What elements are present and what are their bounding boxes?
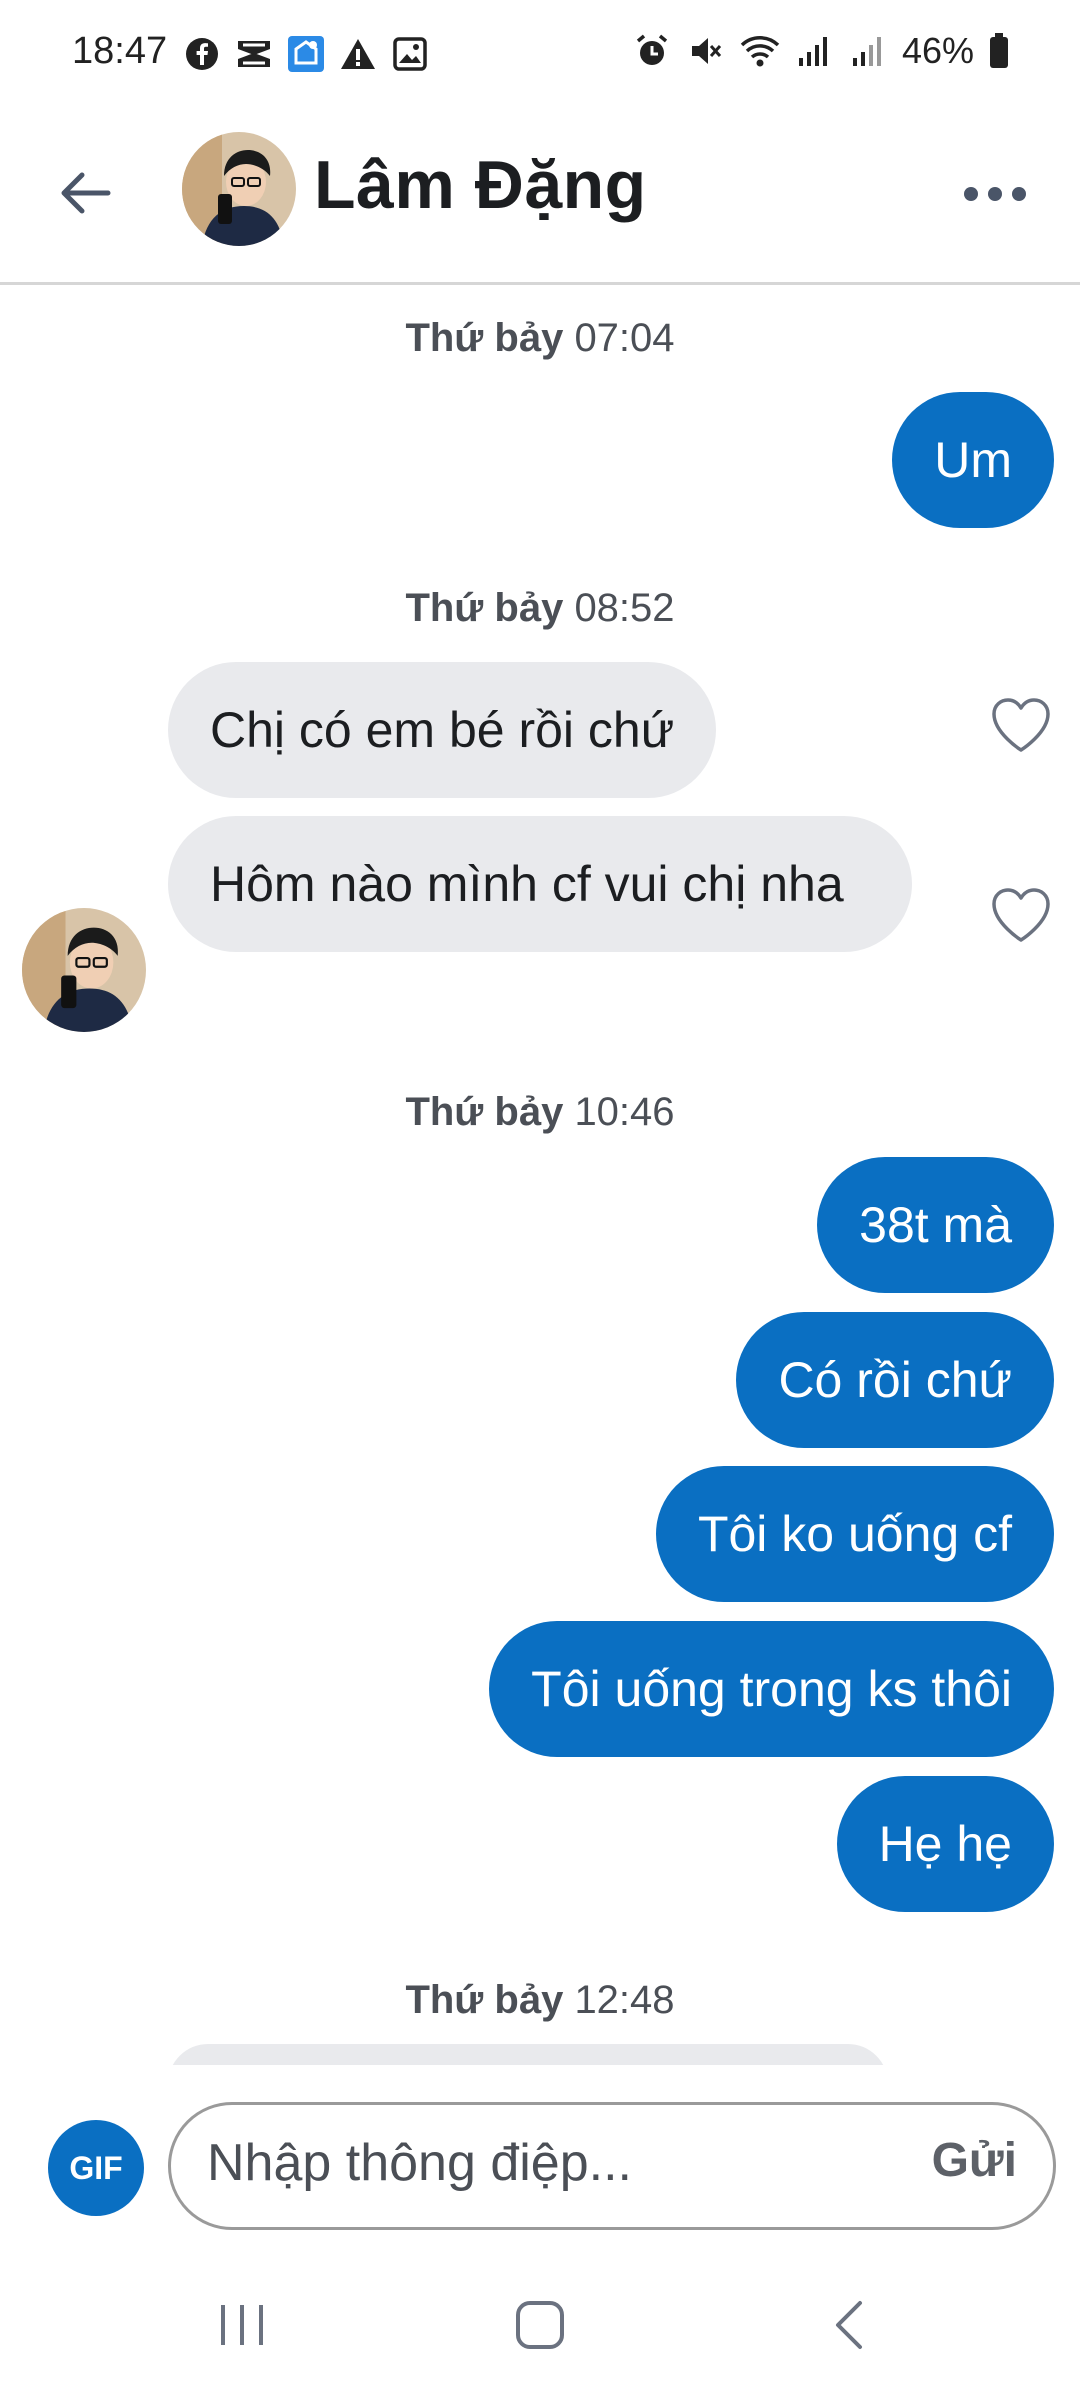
avatar-image (22, 908, 146, 1032)
outgoing-message[interactable]: Um (892, 392, 1054, 528)
arrow-left-icon (61, 172, 111, 214)
gallery-sync-icon (286, 34, 326, 74)
incoming-message[interactable]: Hôm nào mình cf vui chị nha (168, 816, 912, 952)
chevron-left-icon (836, 2301, 862, 2349)
avatar-image (182, 132, 296, 246)
sender-avatar[interactable] (22, 908, 146, 1032)
back-nav-button[interactable] (808, 2285, 888, 2365)
chat-header: Lâm Đặng (0, 100, 1080, 285)
outgoing-message[interactable]: Có rồi chứ (736, 1312, 1054, 1448)
more-dots-icon (964, 187, 1026, 201)
home-button[interactable] (500, 2285, 580, 2365)
home-icon (516, 2301, 564, 2349)
message-input-placeholder: Nhập thông điệp... (207, 2134, 632, 2192)
image-icon (390, 34, 430, 74)
facebook-icon (182, 34, 222, 74)
battery-percentage: 46% (901, 30, 974, 71)
warning-icon (338, 34, 378, 74)
message-input[interactable]: Nhập thông điệp... Gửi (168, 2102, 1056, 2230)
alarm-icon (632, 31, 672, 71)
notification-icons (182, 34, 430, 74)
contact-name[interactable]: Lâm Đặng (314, 146, 647, 224)
timestamp-divider: Thứ bảy 07:04 (405, 316, 675, 360)
battery-icon (988, 31, 1010, 71)
recent-apps-button[interactable] (202, 2285, 282, 2365)
signal-icon (794, 31, 834, 71)
outgoing-message[interactable]: Tôi ko uống cf (655, 1466, 1054, 1602)
outgoing-message[interactable]: 38t mà (817, 1157, 1054, 1293)
outgoing-message[interactable]: Tôi uống trong ks thôi (489, 1621, 1054, 1757)
contact-avatar[interactable] (182, 132, 296, 246)
capcut-icon (234, 34, 274, 74)
wifi-icon (740, 31, 780, 71)
system-icons: 46% (632, 30, 1010, 72)
status-time: 18:47 (72, 30, 168, 72)
mute-icon (686, 31, 726, 71)
recent-apps-icon (221, 2305, 263, 2345)
outgoing-message[interactable]: Hẹ hẹ (836, 1776, 1054, 1912)
timestamp-divider: Thứ bảy 08:52 (405, 586, 675, 630)
system-navigation-bar (0, 2245, 1080, 2400)
heart-icon[interactable] (990, 886, 1052, 944)
gif-button[interactable]: GIF (48, 2120, 144, 2216)
status-bar: 18:47 46% (0, 0, 1080, 100)
incoming-message[interactable]: Chị có em bé rồi chứ (168, 662, 717, 798)
timestamp-divider: Thứ bảy 12:48 (405, 1978, 675, 2022)
timestamp-divider: Thứ bảy 10:46 (405, 1090, 675, 1134)
back-button[interactable] (50, 158, 120, 228)
signal-icon (848, 31, 888, 71)
heart-icon[interactable] (990, 696, 1052, 754)
more-options-button[interactable] (950, 164, 1040, 224)
send-button[interactable]: Gửi (932, 2133, 1017, 2188)
